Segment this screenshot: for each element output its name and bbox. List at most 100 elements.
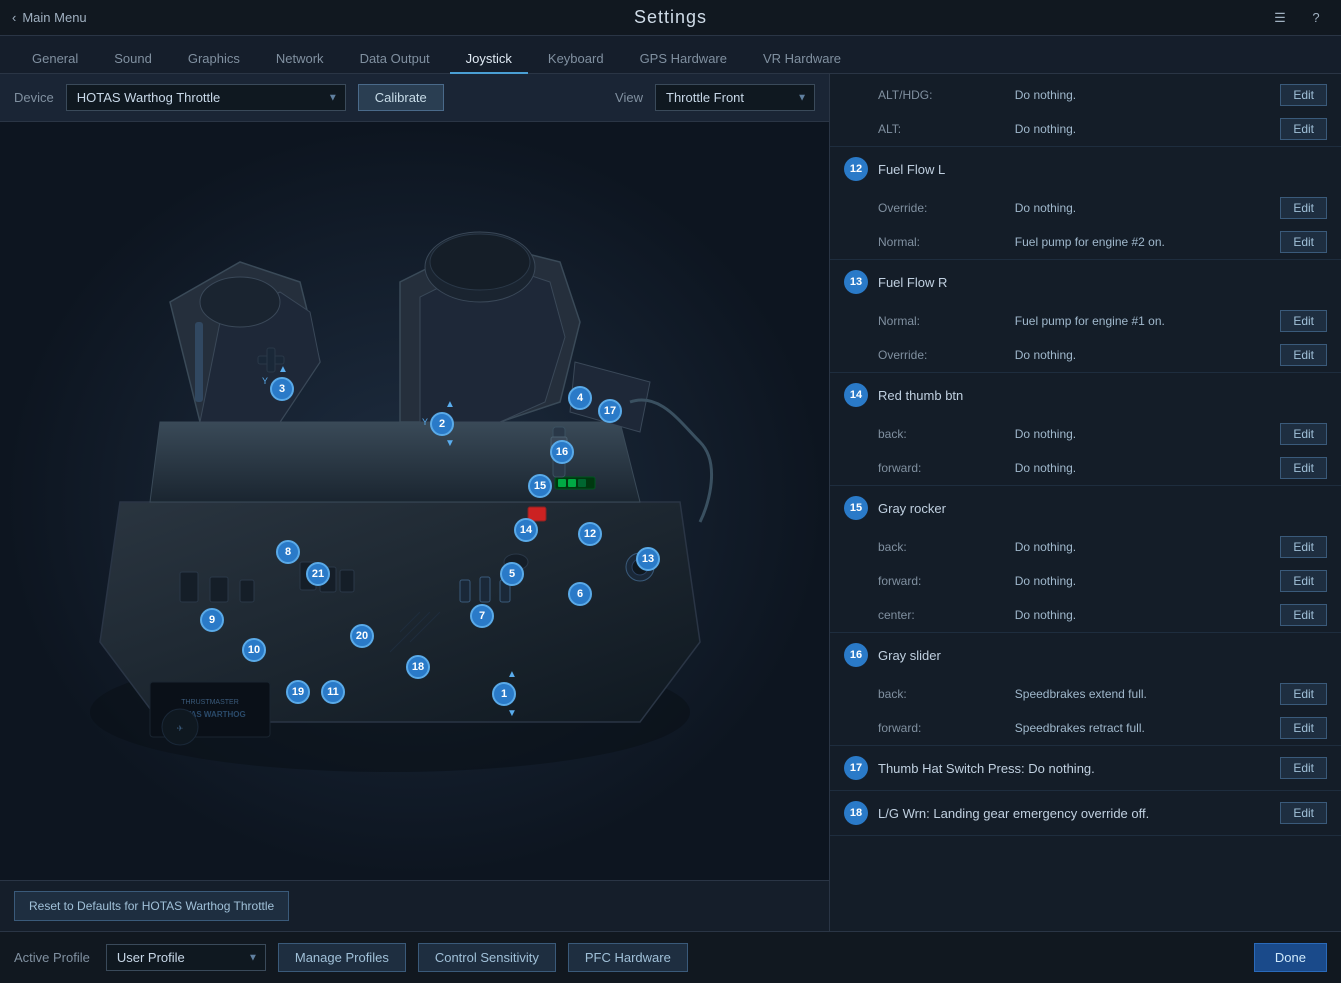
edit-16-forward[interactable]: Edit: [1280, 717, 1327, 739]
edit-15-forward[interactable]: Edit: [1280, 570, 1327, 592]
group-name-18: L/G Wrn: Landing gear emergency override…: [878, 806, 1149, 821]
mapping-row-12-override: Override: Do nothing. Edit: [830, 191, 1341, 225]
edit-18[interactable]: Edit: [1280, 802, 1327, 824]
device-label: Device: [14, 90, 54, 105]
manage-profiles-button[interactable]: Manage Profiles: [278, 943, 406, 972]
mapping-row-15-forward: forward: Do nothing. Edit: [830, 564, 1341, 598]
back-button[interactable]: ‹ Main Menu: [12, 10, 87, 25]
tab-joystick[interactable]: Joystick: [450, 45, 528, 74]
tab-sound[interactable]: Sound: [98, 45, 168, 74]
tab-gps-hardware[interactable]: GPS Hardware: [624, 45, 743, 74]
mapping-group-16: 16 Gray slider back: Speedbrakes extend …: [830, 633, 1341, 746]
edit-15-center[interactable]: Edit: [1280, 604, 1327, 626]
badge-7[interactable]: 7: [470, 604, 494, 628]
tab-data-output[interactable]: Data Output: [344, 45, 446, 74]
reset-defaults-button[interactable]: Reset to Defaults for HOTAS Warthog Thro…: [14, 891, 289, 921]
tab-network[interactable]: Network: [260, 45, 340, 74]
label-14-forward: forward:: [878, 461, 1007, 475]
badge-11[interactable]: 11: [321, 680, 345, 704]
badge-15[interactable]: 15: [528, 474, 552, 498]
value-15-forward: Do nothing.: [1015, 574, 1273, 588]
badge-19[interactable]: 19: [286, 680, 310, 704]
badge-17[interactable]: 17: [598, 399, 622, 423]
label-15-center: center:: [878, 608, 1007, 622]
device-select[interactable]: HOTAS Warthog Throttle: [66, 84, 346, 111]
group-name-15: Gray rocker: [878, 501, 946, 516]
mapping-row-alt: ALT: Do nothing. Edit: [830, 112, 1341, 146]
control-sensitivity-button[interactable]: Control Sensitivity: [418, 943, 556, 972]
group-name-16: Gray slider: [878, 648, 941, 663]
back-label: Main Menu: [22, 10, 86, 25]
badge-9[interactable]: 9: [200, 608, 224, 632]
right-panel[interactable]: ALT/HDG: Do nothing. Edit ALT: Do nothin…: [830, 74, 1341, 931]
question-icon[interactable]: ?: [1303, 5, 1329, 31]
sliders-icon[interactable]: ☰: [1267, 5, 1293, 31]
edit-button-alt-hdg[interactable]: Edit: [1280, 84, 1327, 106]
label-13-override: Override:: [878, 348, 1007, 362]
tab-graphics[interactable]: Graphics: [172, 45, 256, 74]
mapping-group-17: 17 Thumb Hat Switch Press: Do nothing. E…: [830, 746, 1341, 791]
badge-10[interactable]: 10: [242, 638, 266, 662]
tab-general[interactable]: General: [16, 45, 94, 74]
badge-8[interactable]: 8: [276, 540, 300, 564]
badge-5[interactable]: 5: [500, 562, 524, 586]
value-12-normal: Fuel pump for engine #2 on.: [1015, 235, 1273, 249]
mapping-value-alt: Do nothing.: [1015, 122, 1273, 136]
badge-1[interactable]: 1: [492, 682, 516, 706]
badge-14[interactable]: 14: [514, 518, 538, 542]
joystick-area: THRUSTMASTER HOTAS WARTHOG ✈ 1 2 3 4 5 6…: [0, 122, 829, 880]
header-actions: ☰ ?: [1267, 5, 1329, 31]
calibrate-button[interactable]: Calibrate: [358, 84, 444, 111]
group-header-15: 15 Gray rocker: [830, 486, 1341, 530]
badge-4[interactable]: 4: [568, 386, 592, 410]
done-button[interactable]: Done: [1254, 943, 1327, 972]
label-12-normal: Normal:: [878, 235, 1007, 249]
label-14-back: back:: [878, 427, 1007, 441]
mapping-row-15-back: back: Do nothing. Edit: [830, 530, 1341, 564]
svg-text:THRUSTMASTER: THRUSTMASTER: [181, 699, 239, 706]
edit-12-normal[interactable]: Edit: [1280, 231, 1327, 253]
edit-13-normal[interactable]: Edit: [1280, 310, 1327, 332]
badge-3-up: ▲: [278, 364, 288, 375]
value-16-forward: Speedbrakes retract full.: [1015, 721, 1273, 735]
pfc-hardware-button[interactable]: PFC Hardware: [568, 943, 688, 972]
group-name-12: Fuel Flow L: [878, 162, 945, 177]
badge-21[interactable]: 21: [306, 562, 330, 586]
badge-2[interactable]: 2: [430, 412, 454, 436]
badge-6[interactable]: 6: [568, 582, 592, 606]
edit-15-back[interactable]: Edit: [1280, 536, 1327, 558]
tab-keyboard[interactable]: Keyboard: [532, 45, 620, 74]
badge-20[interactable]: 20: [350, 624, 374, 648]
app-header: ‹ Main Menu Settings ☰ ?: [0, 0, 1341, 36]
edit-14-forward[interactable]: Edit: [1280, 457, 1327, 479]
badge-3[interactable]: 3: [270, 377, 294, 401]
mapping-value-alt-hdg: Do nothing.: [1015, 88, 1273, 102]
badge-3-y-label: Y: [262, 376, 268, 386]
view-select[interactable]: Throttle Front Throttle Back Throttle Si…: [655, 84, 815, 111]
edit-17[interactable]: Edit: [1280, 757, 1327, 779]
footer: Active Profile User Profile Manage Profi…: [0, 931, 1341, 983]
label-12-override: Override:: [878, 201, 1007, 215]
group-name-13: Fuel Flow R: [878, 275, 947, 290]
mapping-label-alt-hdg: ALT/HDG:: [878, 88, 1007, 102]
edit-button-alt[interactable]: Edit: [1280, 118, 1327, 140]
badge-12[interactable]: 12: [578, 522, 602, 546]
page-title: Settings: [634, 7, 707, 28]
group-header-18: 18 L/G Wrn: Landing gear emergency overr…: [830, 791, 1341, 835]
badge-13[interactable]: 13: [636, 547, 660, 571]
tab-vr-hardware[interactable]: VR Hardware: [747, 45, 857, 74]
label-16-back: back:: [878, 687, 1007, 701]
badge-1-down-indicator: ▼: [500, 709, 524, 719]
edit-13-override[interactable]: Edit: [1280, 344, 1327, 366]
badge-18[interactable]: 18: [406, 655, 430, 679]
badge-1-up-indicator: ▲: [500, 670, 524, 680]
back-icon: ‹: [12, 10, 16, 25]
edit-12-override[interactable]: Edit: [1280, 197, 1327, 219]
profile-select[interactable]: User Profile: [106, 944, 266, 971]
edit-14-back[interactable]: Edit: [1280, 423, 1327, 445]
badge-2-down: ▼: [438, 438, 462, 449]
mapping-row-alt-hdg: ALT/HDG: Do nothing. Edit: [830, 78, 1341, 112]
badge-16[interactable]: 16: [550, 440, 574, 464]
edit-16-back[interactable]: Edit: [1280, 683, 1327, 705]
group-num-13: 13: [844, 270, 868, 294]
